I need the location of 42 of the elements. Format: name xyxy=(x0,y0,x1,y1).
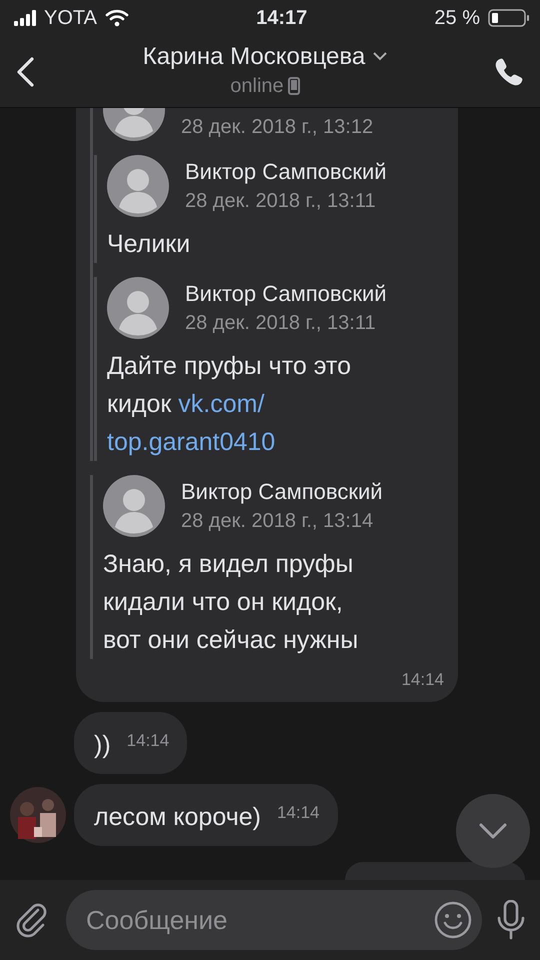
call-button[interactable] xyxy=(494,56,524,86)
microphone-button[interactable] xyxy=(496,900,526,940)
message-date: 28 дек. 2018 г., 13:12 xyxy=(181,114,374,140)
message-date: 28 дек. 2018 г., 13:11 xyxy=(185,310,377,336)
microphone-icon xyxy=(496,900,526,940)
message-time: 14:14 xyxy=(401,668,444,690)
message-text: Дайте пруфы что это кидок vk.com/ top.garant0410 xyxy=(107,350,352,458)
message-field[interactable]: Сообщение xyxy=(66,890,482,950)
wifi-icon xyxy=(104,9,129,27)
avatar xyxy=(107,154,169,216)
avatar xyxy=(103,474,165,536)
author-name[interactable]: Виктор Самповский xyxy=(185,278,387,308)
link[interactable]: top.garant0410 xyxy=(107,428,276,456)
attach-button[interactable] xyxy=(14,902,48,938)
author-name[interactable]: Виктор Самповский xyxy=(185,156,387,186)
caret-icon[interactable] xyxy=(373,52,388,61)
back-icon xyxy=(16,56,36,86)
back-button[interactable] xyxy=(16,56,36,86)
message-time: 14:14 xyxy=(126,730,170,752)
signal-icon xyxy=(14,10,36,26)
message-time: 14:14 xyxy=(276,802,320,824)
phone-device-icon xyxy=(288,76,300,94)
battery-percent: 25 % xyxy=(434,6,480,31)
battery-icon xyxy=(488,9,530,27)
author-name[interactable]: Виктор Самповский xyxy=(181,476,383,506)
message-text: Челики xyxy=(107,228,192,260)
phone-icon xyxy=(494,56,524,86)
paperclip-icon xyxy=(14,902,48,938)
message-text: лесом короче) xyxy=(94,802,261,833)
online-status: online xyxy=(230,74,284,98)
link[interactable]: vk.com/ xyxy=(178,390,264,418)
message-date: 28 дек. 2018 г., 13:14 xyxy=(181,508,374,534)
smiley-icon xyxy=(434,901,472,939)
contact-name[interactable]: Карина Московцева xyxy=(142,42,366,70)
clock-time: 14:17 xyxy=(256,6,308,31)
emoji-button[interactable] xyxy=(434,901,472,939)
carrier-name: YOTA xyxy=(44,6,97,31)
message-date: 28 дек. 2018 г., 13:11 xyxy=(185,188,377,214)
message-text: )) xyxy=(94,730,111,761)
chevron-down-icon xyxy=(479,823,507,839)
avatar xyxy=(107,276,169,338)
message-text: Знаю, я видел пруфы кидали что он кидок, вот они сейчас нужны xyxy=(103,548,360,656)
